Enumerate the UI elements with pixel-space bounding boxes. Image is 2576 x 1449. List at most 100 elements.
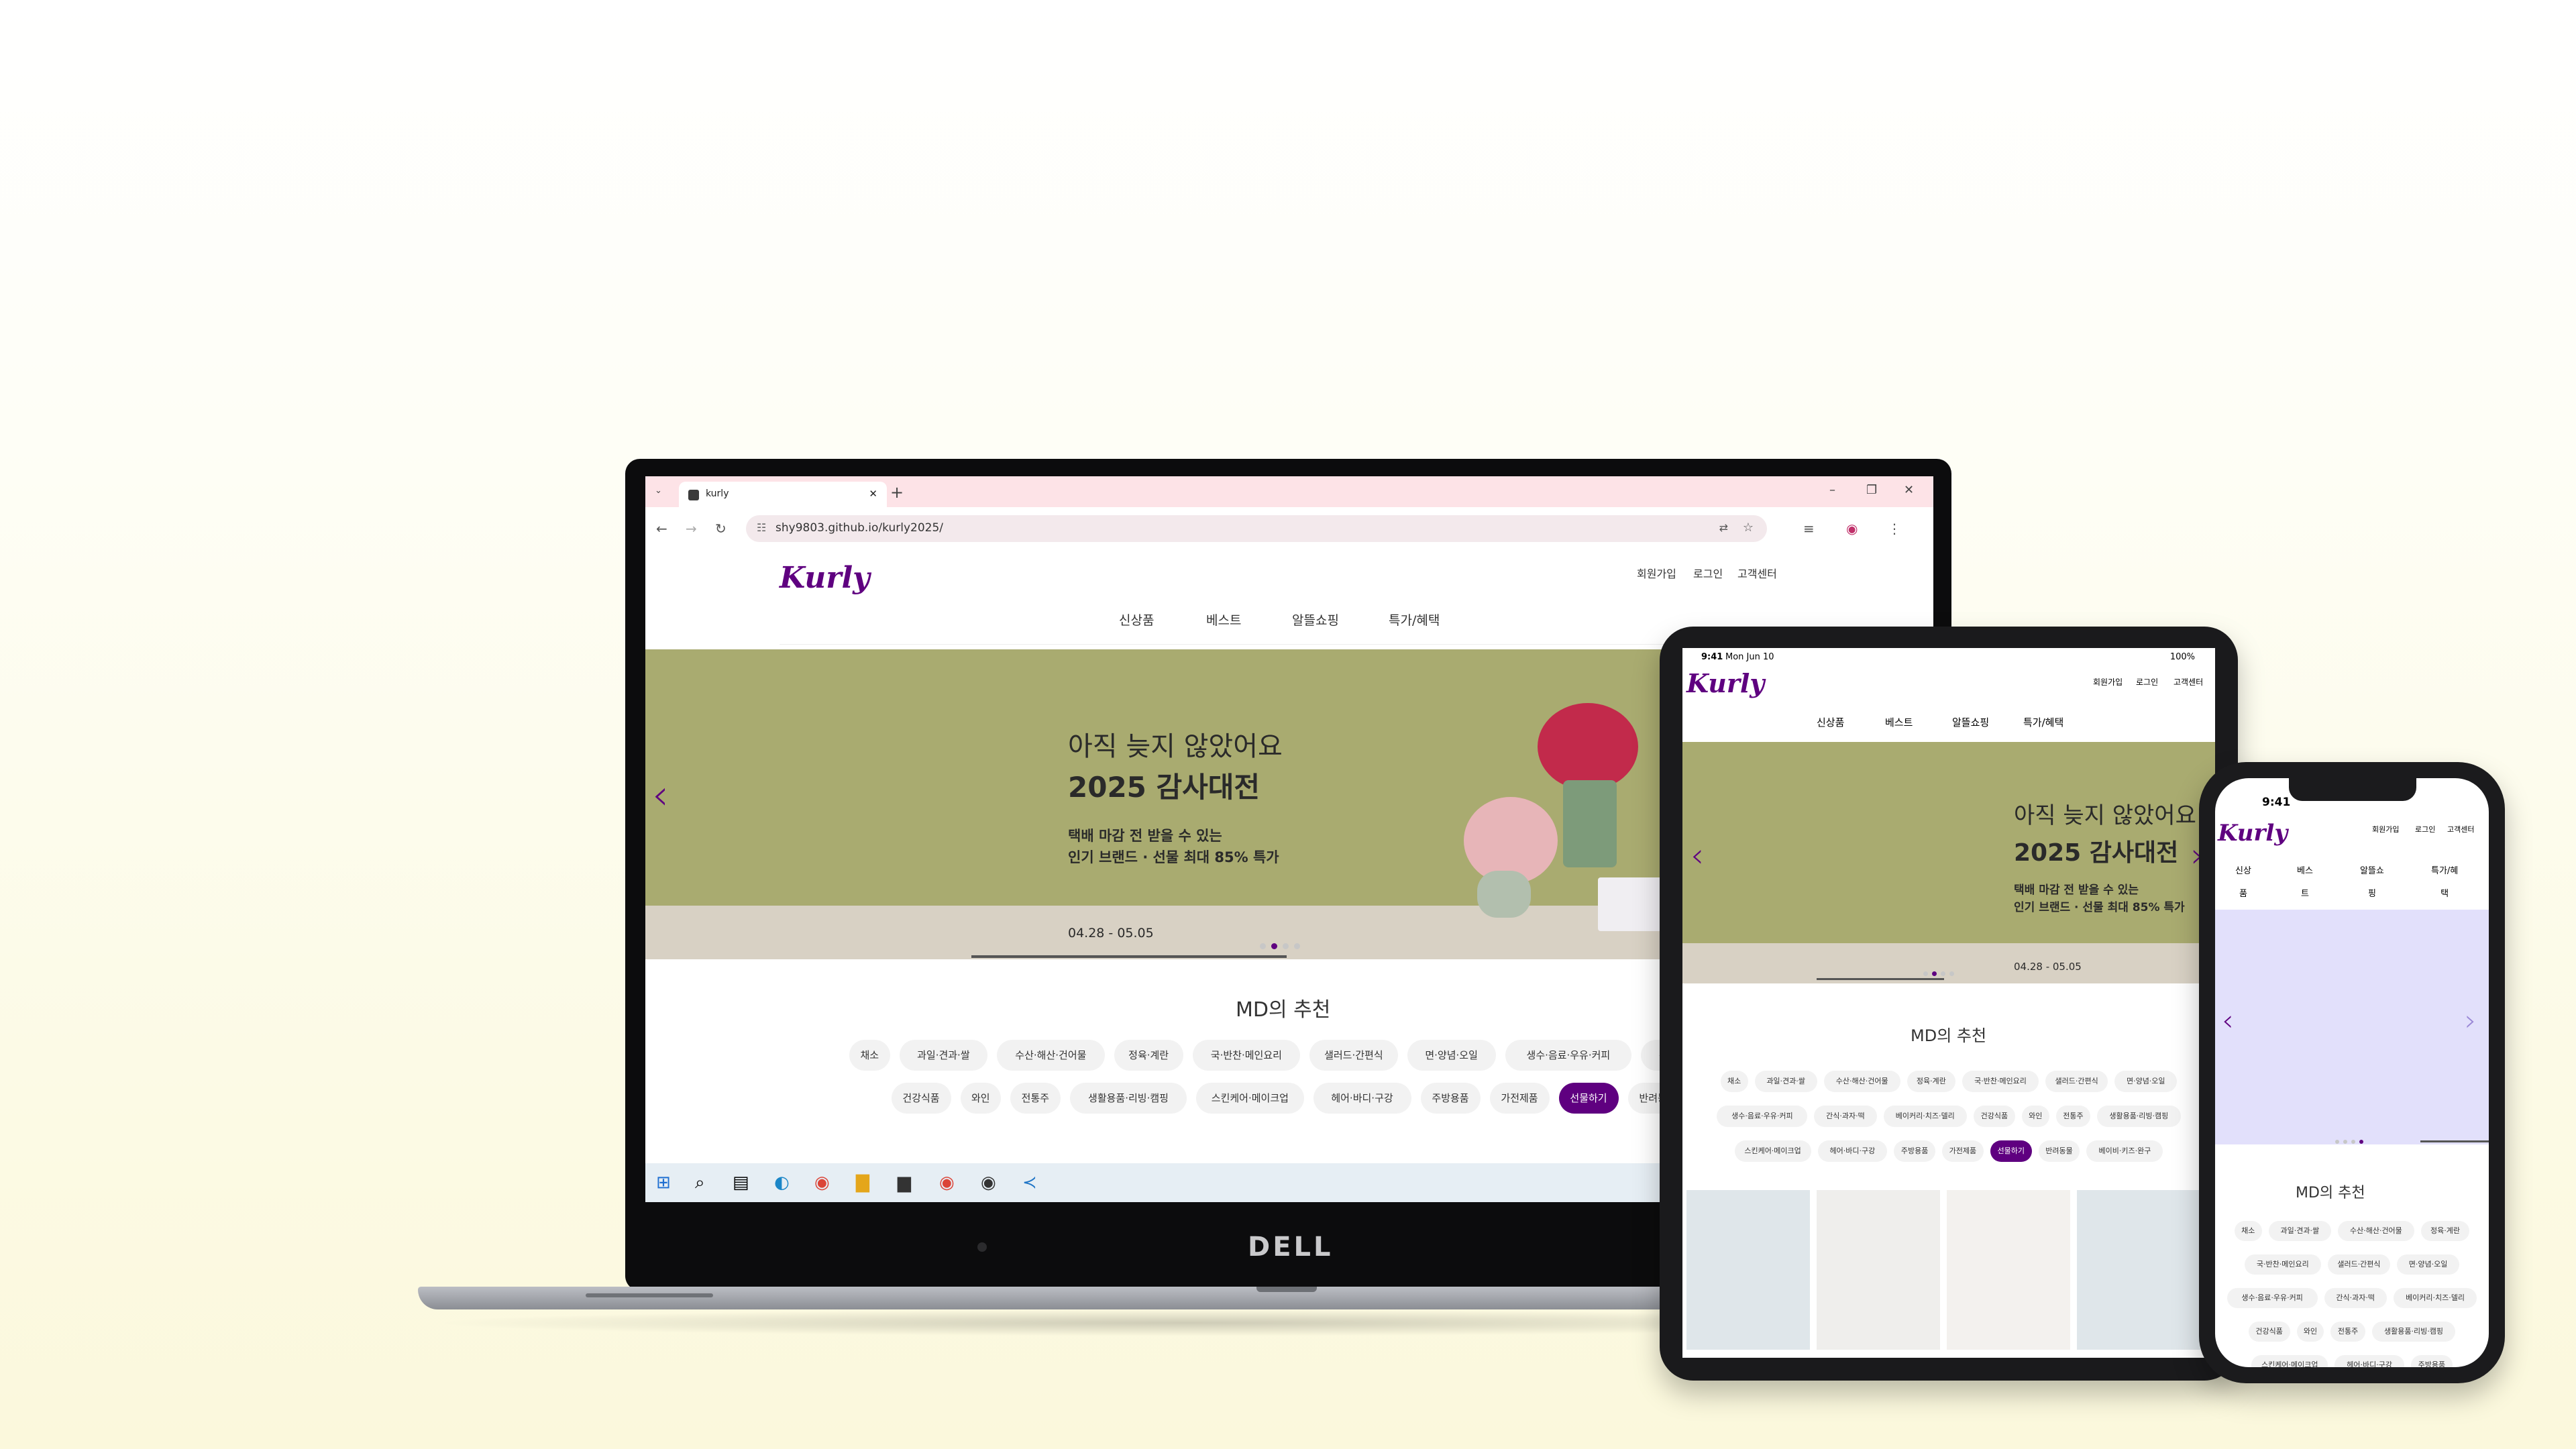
phone-banner[interactable]: ‹ › (2215, 910, 2489, 1144)
kurly-logo[interactable]: Kurly (780, 561, 870, 595)
util-signup[interactable]: 회원가입 (2372, 824, 2399, 835)
forward-button[interactable]: → (686, 521, 697, 537)
browser-tab[interactable]: kurly ✕ (679, 482, 887, 507)
chrome-icon[interactable]: ◉ (814, 1173, 830, 1193)
category-chip[interactable]: 면·양념·오일 (2114, 1071, 2178, 1092)
category-chip[interactable]: 생활용품·리빙·캠핑 (2097, 1106, 2181, 1127)
category-chip[interactable]: 생수·음료·우유·커피 (1717, 1106, 1808, 1127)
gnb-sale[interactable]: 알뜰쇼핑 (1292, 610, 1339, 629)
category-chip[interactable]: 채소 (2234, 1221, 2262, 1241)
category-chip[interactable]: 수산·해산·건어물 (997, 1040, 1105, 1071)
banner-pagination[interactable] (1257, 939, 1303, 952)
category-chip[interactable]: 선물하기 (1558, 1083, 1619, 1114)
category-chip[interactable]: 가전제품 (1942, 1140, 1984, 1162)
banner-prev-arrow[interactable]: ‹ (2222, 1004, 2234, 1038)
restore-button[interactable]: ❐ (1866, 483, 1877, 497)
window-close-button[interactable]: ✕ (1904, 483, 1914, 497)
windows-icon[interactable]: ⊞ (656, 1173, 671, 1193)
address-bar[interactable]: ☷ shy9803.github.io/kurly2025/ ⇄ ☆ (746, 515, 1767, 542)
gnb-sale[interactable]: 알뜰쇼핑 (1952, 715, 1989, 729)
gnb-special[interactable]: 특가/혜택 (1389, 610, 1440, 629)
util-customer-center[interactable]: 고객센터 (2174, 676, 2203, 688)
category-chip[interactable]: 과일·견과·쌀 (899, 1040, 988, 1071)
util-customer-center[interactable]: 고객센터 (2447, 824, 2474, 835)
banner-next-arrow[interactable]: › (2465, 1004, 2477, 1038)
category-chip[interactable]: 간식·과자·떡 (2324, 1288, 2387, 1308)
profile-icon[interactable]: ◉ (1846, 521, 1858, 537)
reload-button[interactable]: ↻ (715, 521, 727, 537)
chrome-icon[interactable]: ◉ (939, 1173, 955, 1193)
back-button[interactable]: ← (656, 521, 667, 537)
chrome-icon[interactable]: ◉ (981, 1173, 996, 1193)
category-chip[interactable]: 건강식품 (1974, 1106, 2015, 1127)
category-chip[interactable]: 정육·계란 (1907, 1071, 1955, 1092)
category-chip[interactable]: 샐러드·간편식 (2327, 1254, 2391, 1275)
sticky-notes-icon[interactable]: ▆ (898, 1173, 911, 1193)
category-chip[interactable]: 생수·음료·우유·커피 (2226, 1288, 2318, 1308)
category-chip[interactable]: 헤어·바디·구강 (1313, 1083, 1411, 1114)
category-chip[interactable]: 베이커리·치즈·델리 (2393, 1288, 2477, 1308)
gnb-item[interactable]: 베스 트 (2297, 860, 2313, 906)
category-chip[interactable]: 생수·음료·우유·커피 (1505, 1040, 1632, 1071)
category-chip[interactable]: 간식·과자·떡 (1814, 1106, 1877, 1127)
gnb-item[interactable]: 신상 품 (2235, 860, 2251, 906)
category-chip[interactable]: 면·양념·오일 (1407, 1040, 1496, 1071)
banner-prev-arrow[interactable]: ‹ (1690, 836, 1704, 875)
util-signup[interactable]: 회원가입 (1637, 565, 1676, 581)
category-chip[interactable]: 와인 (2296, 1322, 2324, 1342)
banner-pagination[interactable] (2333, 1134, 2365, 1146)
category-chip[interactable]: 스킨케어·메이크업 (2251, 1355, 2328, 1367)
category-chip[interactable]: 스킨케어·메이크업 (1734, 1140, 1811, 1162)
category-chip[interactable]: 샐러드·간편식 (2045, 1071, 2108, 1092)
category-chip[interactable]: 전통주 (1010, 1083, 1061, 1114)
util-customer-center[interactable]: 고객센터 (1737, 565, 1777, 581)
category-chip[interactable]: 샐러드·간편식 (1309, 1040, 1398, 1071)
new-tab-button[interactable]: + (890, 483, 904, 502)
category-chip[interactable]: 생활용품·리빙·캠핑 (1069, 1083, 1187, 1114)
category-chip[interactable]: 베이비·키즈·완구 (2086, 1140, 2163, 1162)
util-login[interactable]: 로그인 (1693, 565, 1723, 581)
banner-prev-arrow[interactable]: ‹ (652, 770, 669, 819)
kurly-logo[interactable]: Kurly (2218, 820, 2288, 847)
category-chip[interactable]: 면·양념·오일 (2397, 1254, 2460, 1275)
category-chip[interactable]: 정육·계란 (2420, 1221, 2470, 1241)
category-chip[interactable]: 주방용품 (1420, 1083, 1481, 1114)
file-explorer-icon[interactable]: ▇ (856, 1173, 869, 1193)
category-chip[interactable]: 정육·계란 (1114, 1040, 1183, 1071)
category-chip[interactable]: 반려동물 (2038, 1140, 2080, 1162)
product-image-cream[interactable] (2077, 1190, 2200, 1350)
util-signup[interactable]: 회원가입 (2093, 676, 2123, 688)
category-chip[interactable]: 와인 (2021, 1106, 2049, 1127)
category-chip[interactable]: 수산·해산·건어물 (2337, 1221, 2414, 1241)
category-chip[interactable]: 와인 (960, 1083, 1001, 1114)
category-chip[interactable]: 과일·견과·쌀 (2268, 1221, 2331, 1241)
util-login[interactable]: 로그인 (2415, 824, 2435, 835)
category-chip[interactable]: 국·반찬·메인요리 (1192, 1040, 1300, 1071)
category-chip[interactable]: 스킨케어·메이크업 (1196, 1083, 1304, 1114)
translate-icon[interactable]: ⇄ (1719, 521, 1728, 534)
gnb-item[interactable]: 특가/혜 택 (2431, 860, 2458, 906)
category-chip[interactable]: 선물하기 (1990, 1140, 2032, 1162)
category-chip[interactable]: 건강식품 (891, 1083, 951, 1114)
media-control-icon[interactable]: ≡ (1803, 521, 1815, 537)
tab-search-icon[interactable]: ⌄ (655, 486, 662, 496)
product-image-cream[interactable] (1686, 1190, 1810, 1350)
category-chip[interactable]: 헤어·바디·구강 (1817, 1140, 1888, 1162)
vscode-icon[interactable]: ≺ (1022, 1173, 1037, 1193)
category-chip[interactable]: 채소 (1720, 1071, 1748, 1092)
kurly-logo[interactable]: Kurly (1686, 668, 1764, 698)
category-chip[interactable]: 전통주 (2055, 1106, 2091, 1127)
category-chip[interactable]: 베이커리·치즈·델리 (1883, 1106, 1968, 1127)
site-info-icon[interactable]: ☷ (757, 521, 766, 534)
product-image-serum[interactable] (1947, 1190, 2070, 1350)
category-chip[interactable]: 건강식품 (2248, 1322, 2290, 1342)
category-chip[interactable]: 주방용품 (1894, 1140, 1935, 1162)
gnb-best[interactable]: 베스트 (1206, 610, 1241, 629)
category-chip[interactable]: 헤어·바디·구강 (2334, 1355, 2404, 1367)
category-chip[interactable]: 전통주 (2330, 1322, 2365, 1342)
category-chip[interactable]: 주방용품 (2410, 1355, 2453, 1367)
category-chip[interactable]: 수산·해산·건어물 (1823, 1071, 1900, 1092)
edge-icon[interactable]: ◐ (774, 1173, 790, 1193)
task-view-icon[interactable]: ▤ (733, 1173, 749, 1193)
bookmark-star-icon[interactable]: ☆ (1743, 521, 1754, 535)
